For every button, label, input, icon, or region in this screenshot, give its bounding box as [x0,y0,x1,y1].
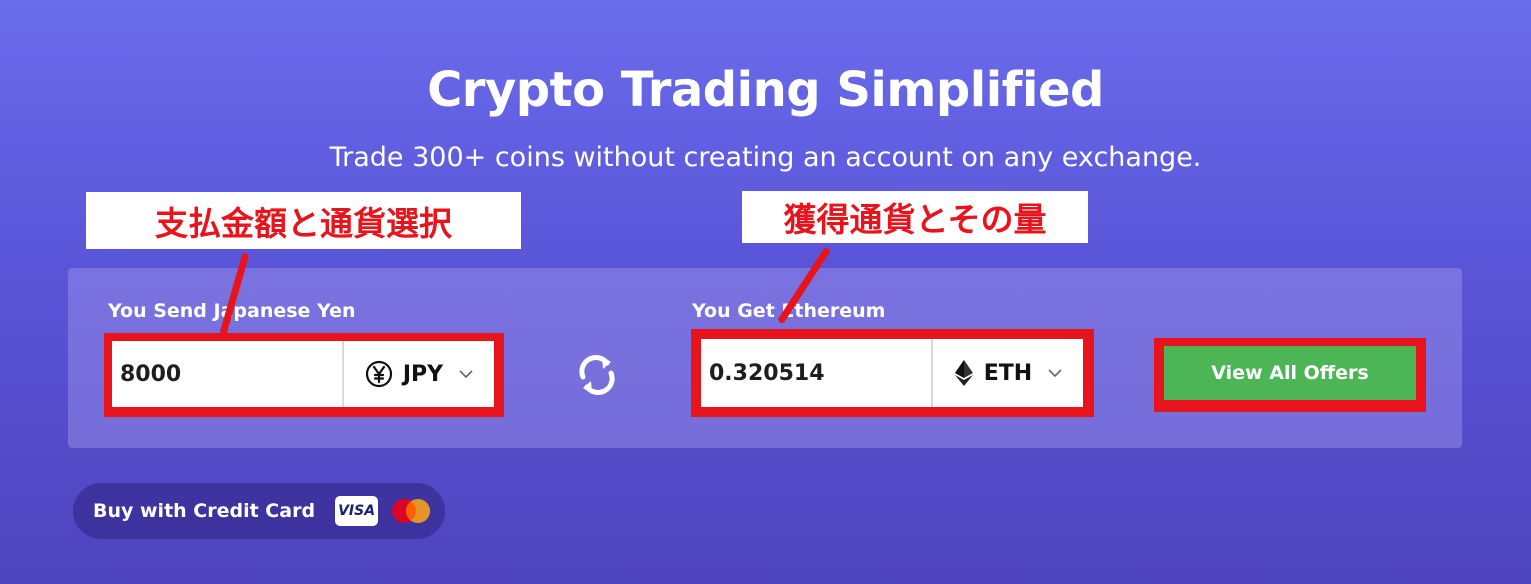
send-currency-select[interactable]: JPY [342,341,494,407]
buy-with-credit-card-button[interactable]: Buy with Credit Card VISA [73,483,445,539]
ethereum-icon [954,360,973,386]
swap-arrows-icon[interactable] [572,350,622,400]
yen-icon [365,360,392,388]
send-amount-input[interactable] [112,341,342,407]
view-all-offers-button[interactable]: View All Offers [1164,346,1416,400]
annotation-label-send: 支払金額と通貨選択 [86,192,521,249]
annotation-label-get: 獲得通貨とその量 [742,191,1088,243]
get-currency-select[interactable]: ETH [931,339,1083,407]
credit-card-label: Buy with Credit Card [93,500,316,522]
page-subtitle: Trade 300+ coins without creating an acc… [329,142,1202,173]
send-currency-code: JPY [402,361,444,387]
get-currency-code: ETH [983,360,1033,386]
visa-icon: VISA [335,496,379,526]
send-field: JPY [112,341,494,407]
page-title: Crypto Trading Simplified [427,62,1104,118]
get-amount-input[interactable] [701,339,931,407]
chevron-down-icon [1048,369,1062,378]
chevron-down-icon [459,370,473,379]
get-field: ETH [701,339,1083,407]
mastercard-icon [392,499,431,523]
